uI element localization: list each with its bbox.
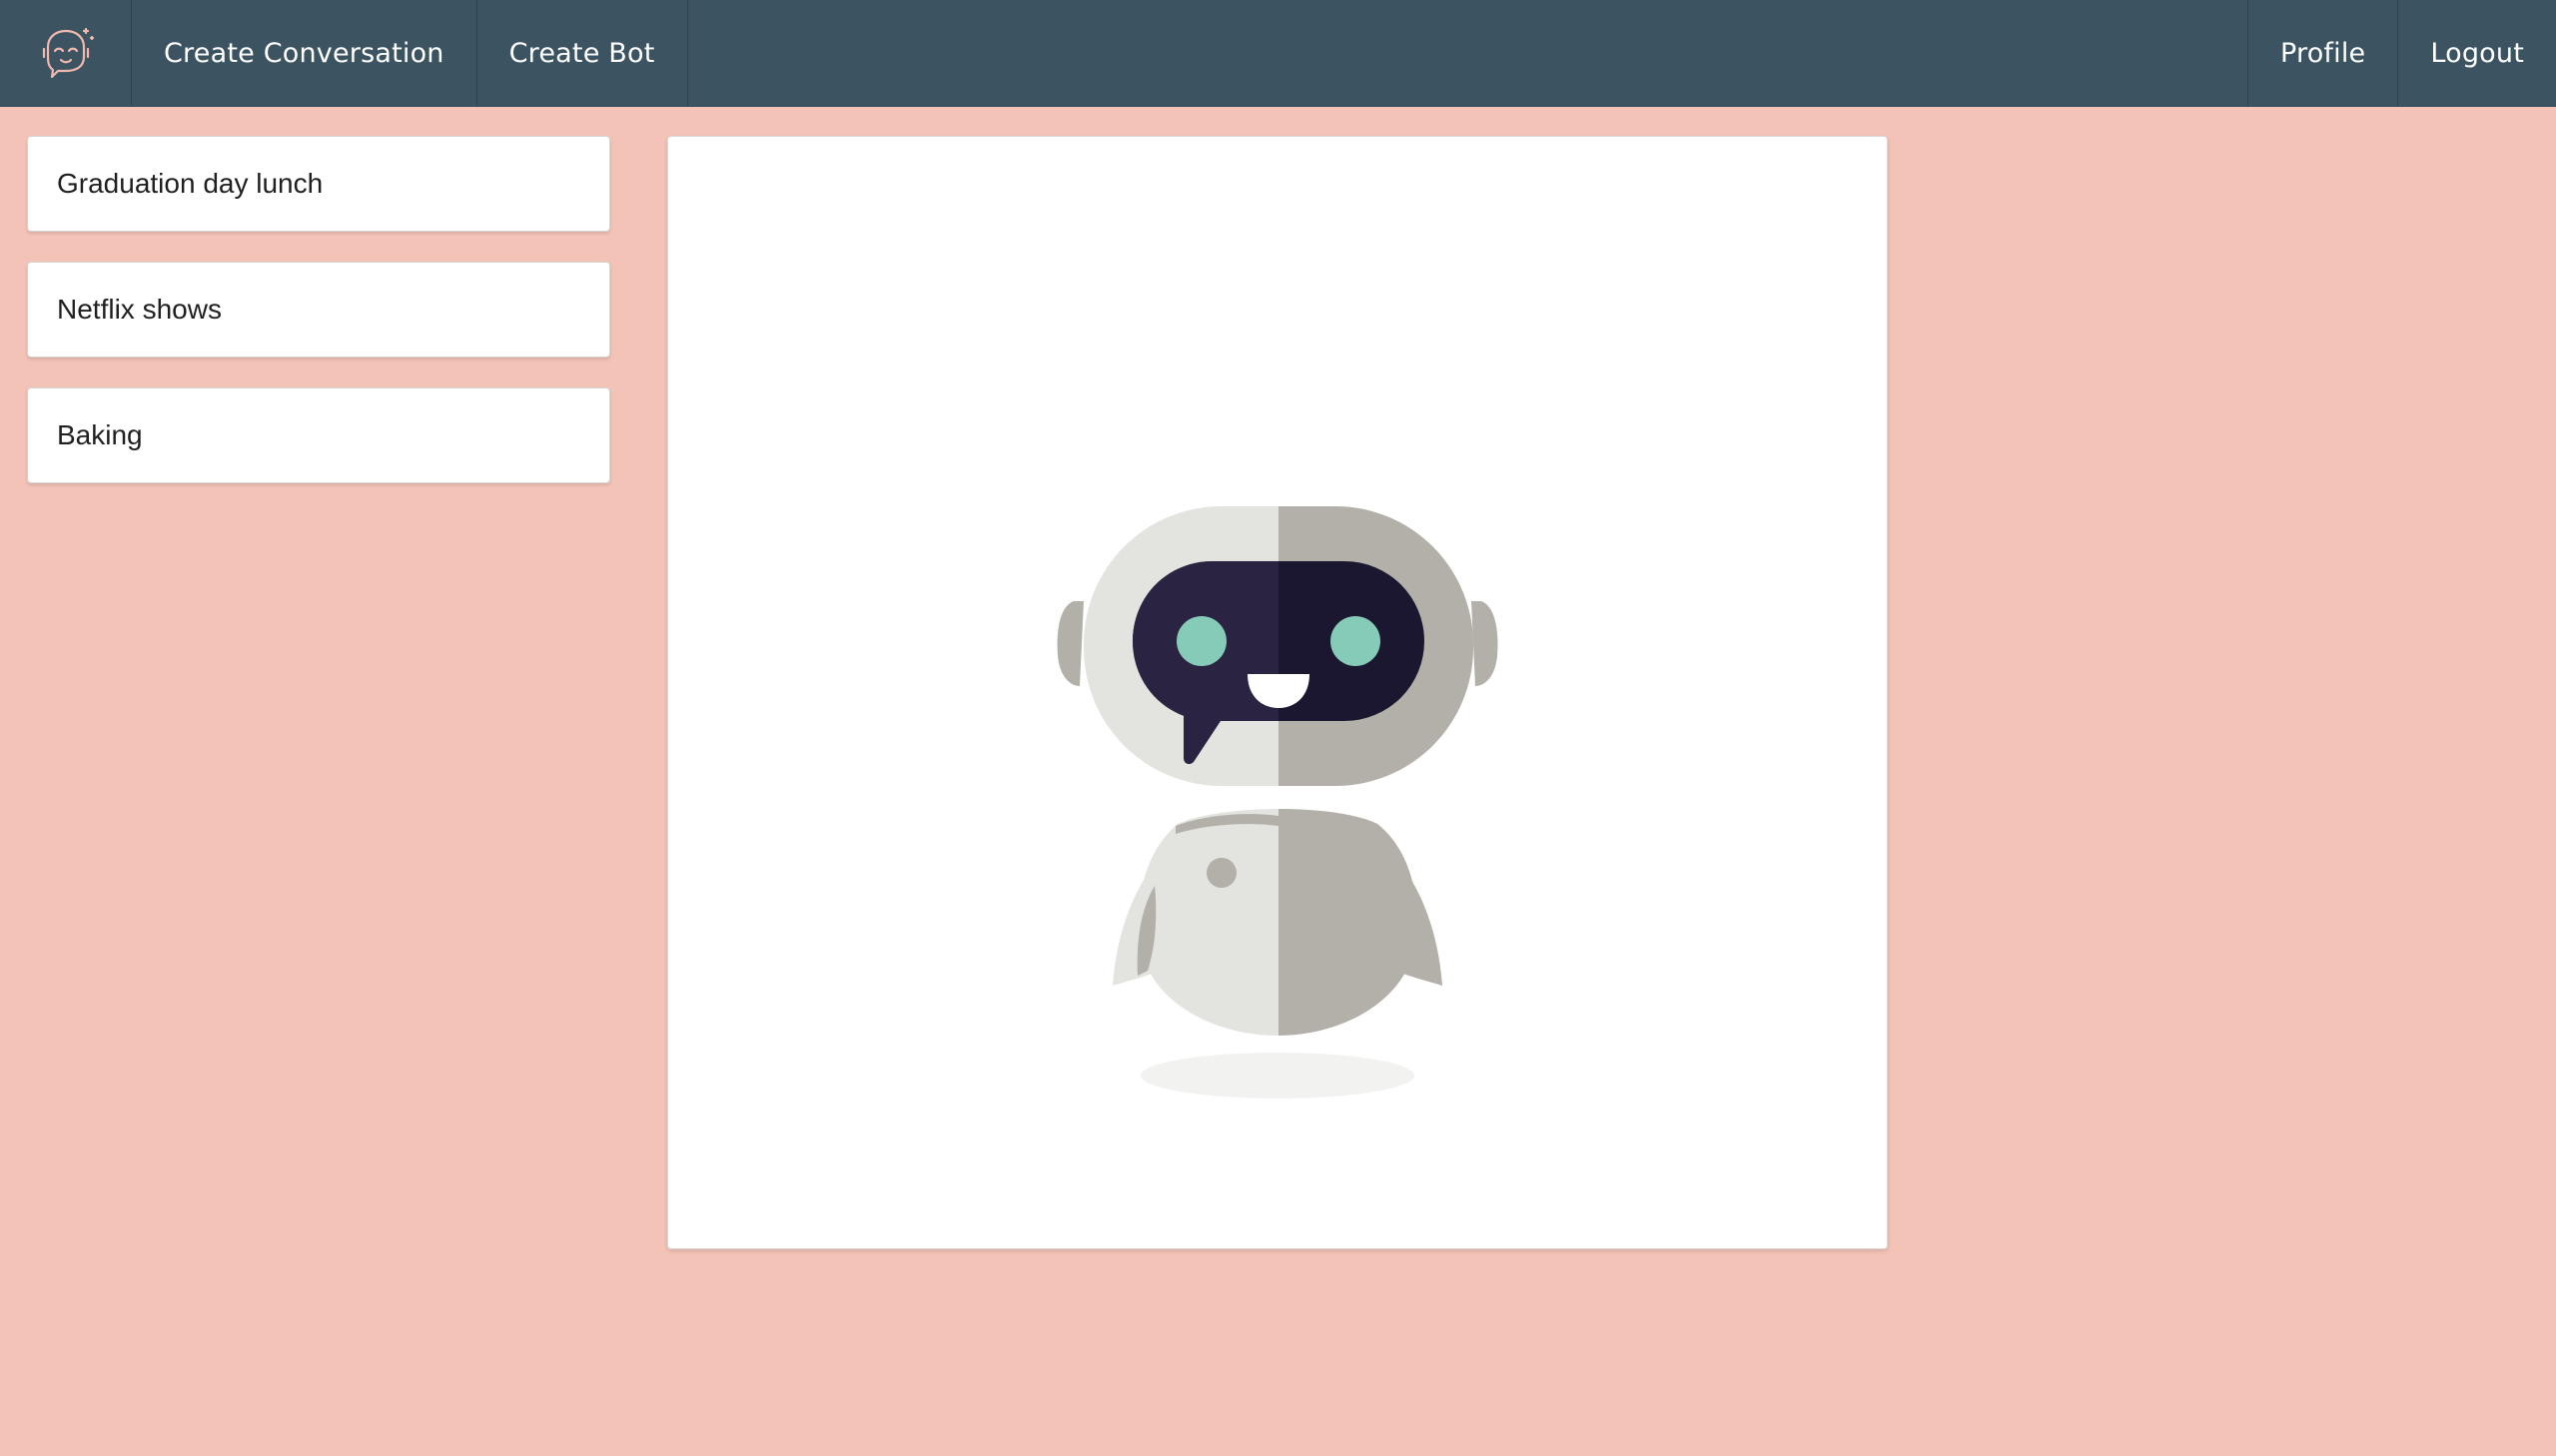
robot-face-logo-icon <box>42 27 94 79</box>
conversation-item-graduation-day-lunch[interactable]: Graduation day lunch <box>27 136 610 232</box>
conversation-title: Netflix shows <box>57 294 222 325</box>
conversation-item-baking[interactable]: Baking <box>27 387 610 483</box>
navbar-spacer <box>688 0 2247 106</box>
create-conversation-link[interactable]: Create Conversation <box>132 0 477 106</box>
conversation-title: Baking <box>57 419 143 450</box>
robot-right-eye <box>1330 616 1380 666</box>
robot-right-ear <box>1471 601 1498 686</box>
robot-shadow <box>1141 1053 1414 1098</box>
robot-left-ear <box>1057 601 1084 686</box>
robot-left-eye <box>1177 616 1227 666</box>
profile-link[interactable]: Profile <box>2246 0 2397 106</box>
main-panel <box>667 136 1888 1249</box>
create-bot-link[interactable]: Create Bot <box>477 0 688 106</box>
conversation-item-netflix-shows[interactable]: Netflix shows <box>27 262 610 358</box>
conversation-title: Graduation day lunch <box>57 168 324 199</box>
robot-body-button <box>1207 858 1237 888</box>
logout-link[interactable]: Logout <box>2397 0 2556 106</box>
home-logo-link[interactable] <box>0 0 132 106</box>
robot-body <box>1138 809 1417 1036</box>
robot-illustration <box>1057 506 1498 1098</box>
conversation-list: Graduation day lunch Netflix shows Bakin… <box>27 136 610 513</box>
top-navbar: Create Conversation Create Bot Profile L… <box>0 0 2556 107</box>
